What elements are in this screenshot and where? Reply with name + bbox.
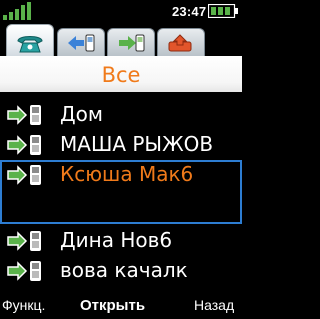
status-bar: 23:47 bbox=[0, 0, 242, 22]
outgoing-call-icon bbox=[7, 231, 41, 251]
tab-received-calls[interactable] bbox=[57, 28, 105, 56]
list-item-selected[interactable]: Ксюша Мак6 bbox=[0, 160, 242, 224]
list-item[interactable]: Дом bbox=[0, 100, 242, 130]
options-softkey[interactable]: Функц. bbox=[2, 297, 45, 313]
contact-name: Дина Нов6 bbox=[60, 228, 173, 252]
contact-name: МАША РЫЖОВ bbox=[60, 132, 214, 156]
contact-name: Дом bbox=[60, 102, 103, 126]
contact-name: вова качалк bbox=[60, 258, 188, 282]
softkey-bar: Функц. Открыть Назад bbox=[0, 292, 242, 319]
arrow-right-phone-icon bbox=[119, 34, 145, 51]
list-item[interactable]: МАША РЫЖОВ bbox=[0, 130, 242, 160]
list-item[interactable]: Дина Нов6 bbox=[0, 226, 242, 256]
clock: 23:47 bbox=[172, 4, 207, 19]
tab-all-calls[interactable] bbox=[6, 24, 54, 58]
outgoing-call-icon bbox=[7, 135, 41, 155]
list-item[interactable]: вова качалк bbox=[0, 256, 242, 286]
phone-icon bbox=[17, 35, 43, 52]
arrow-left-phone-icon bbox=[68, 34, 95, 51]
missed-call-icon bbox=[168, 33, 192, 51]
back-softkey[interactable]: Назад bbox=[194, 297, 234, 313]
battery-icon bbox=[208, 4, 238, 18]
outgoing-call-icon bbox=[7, 105, 41, 125]
list-header: Все bbox=[0, 56, 242, 94]
tab-missed-calls[interactable] bbox=[157, 28, 205, 56]
tab-dialed-calls[interactable] bbox=[107, 28, 155, 56]
contact-name: Ксюша Мак6 bbox=[60, 162, 194, 186]
outgoing-call-icon bbox=[7, 261, 41, 281]
list-title: Все bbox=[101, 63, 141, 87]
signal-strength-icon bbox=[3, 2, 31, 20]
call-log-tabs bbox=[0, 22, 242, 58]
open-softkey[interactable]: Открыть bbox=[80, 297, 145, 314]
header-divider bbox=[0, 92, 242, 94]
outgoing-call-icon bbox=[7, 165, 41, 185]
